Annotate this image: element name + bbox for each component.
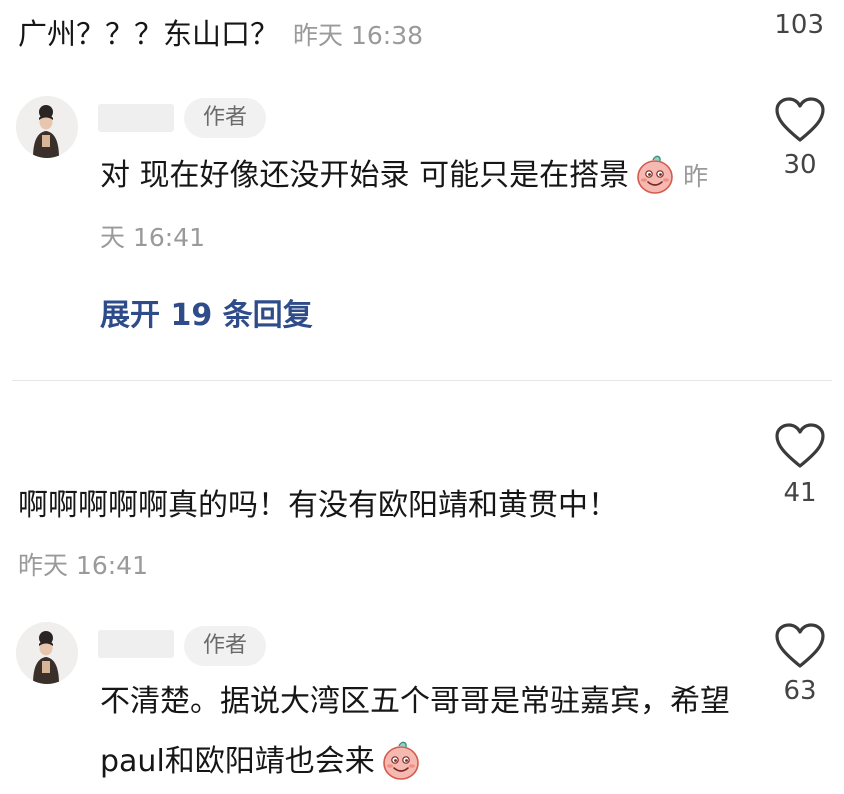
comment-1-time: 昨天 16:38: [293, 21, 424, 50]
expand-replies-link[interactable]: 展开 19 条回复: [100, 296, 313, 336]
comment-1-text: 广州？？？东山口？: [18, 17, 280, 51]
author-tag: 作者: [184, 626, 267, 666]
reply-2-like-count: 63: [783, 676, 817, 706]
comment-2-like-count: 41: [783, 478, 817, 508]
comment-1[interactable]: 广州？？？东山口？ 昨天 16:38: [18, 12, 423, 58]
username-blurred[interactable]: [98, 630, 174, 658]
reply-2[interactable]: 不清楚。据说大湾区五个哥哥是常驻嘉宾，希望paul和欧阳靖也会来: [100, 672, 732, 792]
avatar-image: [16, 96, 78, 158]
heart-like-icon[interactable]: [774, 622, 826, 670]
reply-1[interactable]: 对 现在好像还没开始录 可能只是在搭景 昨天 16:41: [100, 146, 732, 268]
reply-1-like-count: 30: [783, 150, 817, 180]
avatar[interactable]: [16, 96, 78, 158]
divider: [12, 380, 832, 381]
heart-like-icon[interactable]: [774, 422, 826, 470]
smiling-face-emoji-icon: [379, 737, 423, 781]
avatar[interactable]: [16, 622, 78, 684]
username-blurred[interactable]: [98, 104, 174, 132]
smiling-face-emoji-icon: [633, 151, 677, 195]
comment-2-time: 昨天 16:41: [18, 551, 148, 580]
heart-like-icon[interactable]: [774, 96, 826, 144]
comment-1-like-count: 103: [774, 10, 824, 40]
comment-2-text[interactable]: 啊啊啊啊啊真的吗！有没有欧阳靖和黄贯中！: [18, 484, 618, 528]
author-tag: 作者: [184, 98, 267, 138]
avatar-image: [16, 622, 78, 684]
reply-1-text: 对 现在好像还没开始录 可能只是在搭景: [100, 158, 630, 193]
